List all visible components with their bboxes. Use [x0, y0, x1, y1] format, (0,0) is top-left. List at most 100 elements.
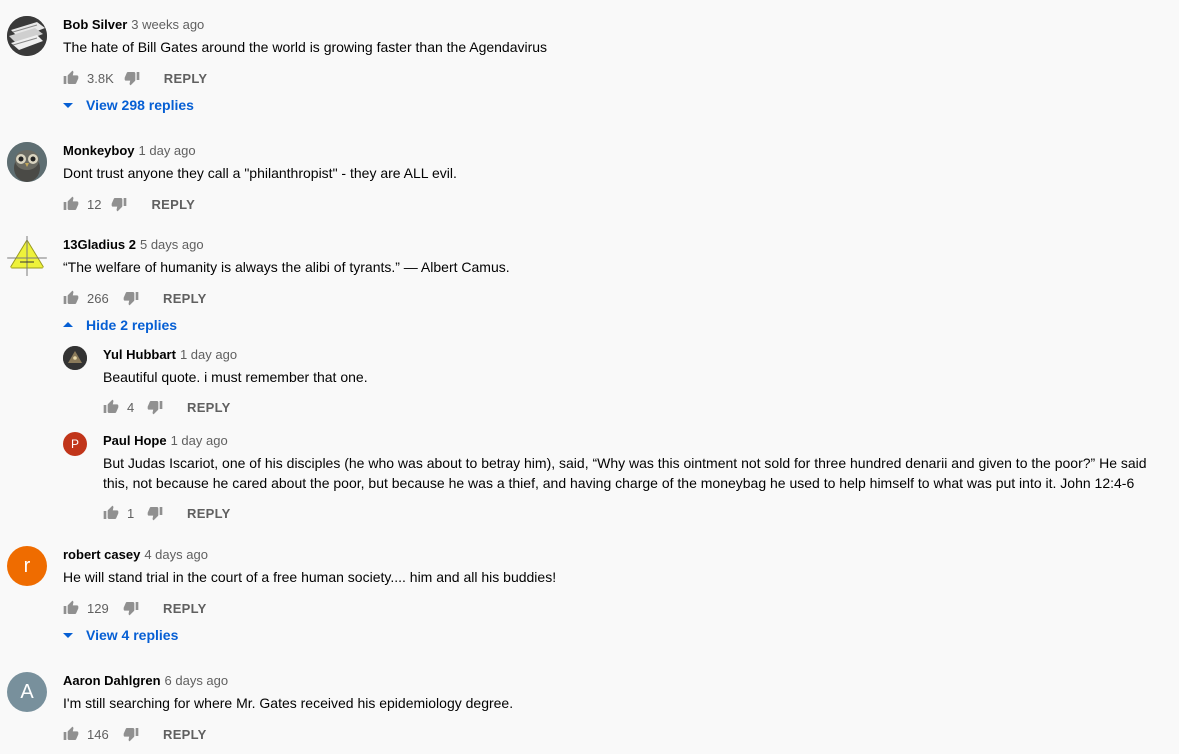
thumb-up-icon — [63, 600, 79, 614]
like-count: 4 — [127, 399, 135, 415]
timestamp[interactable]: 4 days ago — [144, 547, 208, 562]
dislike-button[interactable] — [101, 196, 127, 212]
reply-button[interactable]: REPLY — [151, 197, 195, 212]
dislike-button[interactable] — [137, 505, 163, 521]
comment-text: I'm still searching for where Mr. Gates … — [63, 695, 514, 711]
caret-up-icon — [63, 322, 73, 327]
comment-toolbar: 266 REPLY — [63, 288, 207, 308]
caret-down-icon — [63, 103, 73, 108]
toggle-label: View 4 replies — [86, 627, 179, 643]
thumb-up-icon — [63, 70, 79, 84]
reply-button[interactable]: REPLY — [163, 727, 207, 742]
avatar[interactable] — [7, 236, 47, 276]
thumb-down-icon — [123, 292, 139, 306]
timestamp[interactable]: 5 days ago — [140, 237, 204, 252]
comment-text: He will stand trial in the court of a fr… — [63, 569, 557, 585]
like-count: 146 — [87, 726, 109, 742]
avatar[interactable]: A — [7, 672, 47, 712]
like-button[interactable] — [103, 505, 119, 521]
author-name[interactable]: Monkeyboy — [63, 143, 135, 158]
triangle-avatar-icon — [7, 236, 47, 276]
dislike-button[interactable] — [113, 290, 139, 306]
reply-text: Beautiful quote. i must remember that on… — [103, 369, 368, 385]
comment-header: robert casey 4 days ago — [63, 547, 208, 562]
author-name[interactable]: Paul Hope — [103, 433, 167, 448]
like-button[interactable] — [103, 399, 119, 415]
comment-toolbar: 12 REPLY — [63, 194, 195, 214]
thumb-down-icon — [147, 507, 163, 521]
reply-header: Yul Hubbart 1 day ago — [103, 347, 237, 362]
dislike-button[interactable] — [113, 726, 139, 742]
timestamp[interactable]: 1 day ago — [180, 347, 237, 362]
timestamp[interactable]: 1 day ago — [139, 143, 196, 158]
author-name[interactable]: 13Gladius 2 — [63, 237, 136, 252]
reply-button[interactable]: REPLY — [163, 601, 207, 616]
reply-toolbar: 1 REPLY — [103, 503, 231, 523]
reply-toolbar: 4 REPLY — [103, 397, 231, 417]
like-button[interactable] — [63, 726, 79, 742]
thumb-down-icon — [124, 72, 140, 86]
reply-button[interactable]: REPLY — [164, 71, 208, 86]
toggle-label: Hide 2 replies — [86, 317, 178, 333]
view-replies-button[interactable]: View 298 replies — [63, 95, 194, 115]
thumb-down-icon — [112, 198, 127, 212]
like-count: 3.8K — [87, 70, 114, 86]
thumb-down-icon — [147, 401, 163, 415]
like-button[interactable] — [63, 70, 79, 86]
thumb-up-icon — [63, 290, 79, 304]
avatar[interactable] — [7, 142, 47, 182]
thumb-down-icon — [123, 728, 139, 742]
comment-text: Dont trust anyone they call a "philanthr… — [63, 165, 457, 181]
caret-down-icon — [63, 633, 73, 638]
thumb-up-icon — [103, 505, 119, 519]
comment-header: Monkeyboy 1 day ago — [63, 143, 196, 158]
comment-toolbar: 146 REPLY — [63, 724, 207, 744]
timestamp[interactable]: 6 days ago — [165, 673, 229, 688]
thumb-up-icon — [63, 726, 79, 740]
owl-avatar-icon — [7, 142, 47, 182]
comment-toolbar: 3.8K REPLY — [63, 68, 207, 88]
thumb-up-icon — [103, 399, 119, 413]
thumb-up-icon — [63, 196, 79, 210]
avatar[interactable] — [7, 16, 47, 56]
toggle-label: View 298 replies — [86, 97, 194, 113]
timestamp[interactable]: 1 day ago — [171, 433, 228, 448]
like-count: 1 — [127, 505, 135, 521]
avatar-letter: P — [70, 437, 79, 451]
dislike-button[interactable] — [137, 399, 163, 415]
like-count: 12 — [87, 196, 102, 212]
reply-avatar[interactable]: P — [63, 432, 87, 456]
pyramid-avatar-icon — [63, 346, 87, 370]
like-button[interactable] — [63, 196, 79, 212]
comment-text: “The welfare of humanity is always the a… — [63, 259, 510, 275]
comment-header: Bob Silver 3 weeks ago — [63, 17, 204, 32]
dislike-button[interactable] — [114, 70, 140, 86]
reply-header: Paul Hope 1 day ago — [103, 433, 228, 448]
reply-button[interactable]: REPLY — [187, 400, 231, 415]
avatar-letter: r — [23, 554, 31, 577]
like-button[interactable] — [63, 290, 79, 306]
author-name[interactable]: Yul Hubbart — [103, 347, 176, 362]
comment-toolbar: 129 REPLY — [63, 598, 207, 618]
comment-header: Aaron Dahlgren 6 days ago — [63, 673, 228, 688]
author-name[interactable]: Bob Silver — [63, 17, 127, 32]
reply-button[interactable]: REPLY — [187, 506, 231, 521]
comment-text: The hate of Bill Gates around the world … — [63, 39, 548, 55]
comment-header: 13Gladius 2 5 days ago — [63, 237, 204, 252]
reply-text: But Judas Iscariot, one of his disciples… — [103, 455, 1147, 491]
books-avatar-icon — [7, 16, 47, 56]
like-count: 266 — [87, 290, 109, 306]
author-name[interactable]: robert casey — [63, 547, 140, 562]
view-replies-button[interactable]: View 4 replies — [63, 625, 178, 645]
dislike-button[interactable] — [113, 600, 139, 616]
thumb-down-icon — [123, 602, 139, 616]
hide-replies-button[interactable]: Hide 2 replies — [63, 315, 177, 335]
like-count: 129 — [87, 600, 109, 616]
author-name[interactable]: Aaron Dahlgren — [63, 673, 161, 688]
reply-button[interactable]: REPLY — [163, 291, 207, 306]
avatar-letter: A — [20, 680, 34, 703]
like-button[interactable] — [63, 600, 79, 616]
reply-avatar[interactable] — [63, 346, 87, 370]
avatar[interactable]: r — [7, 546, 47, 586]
timestamp[interactable]: 3 weeks ago — [131, 17, 204, 32]
